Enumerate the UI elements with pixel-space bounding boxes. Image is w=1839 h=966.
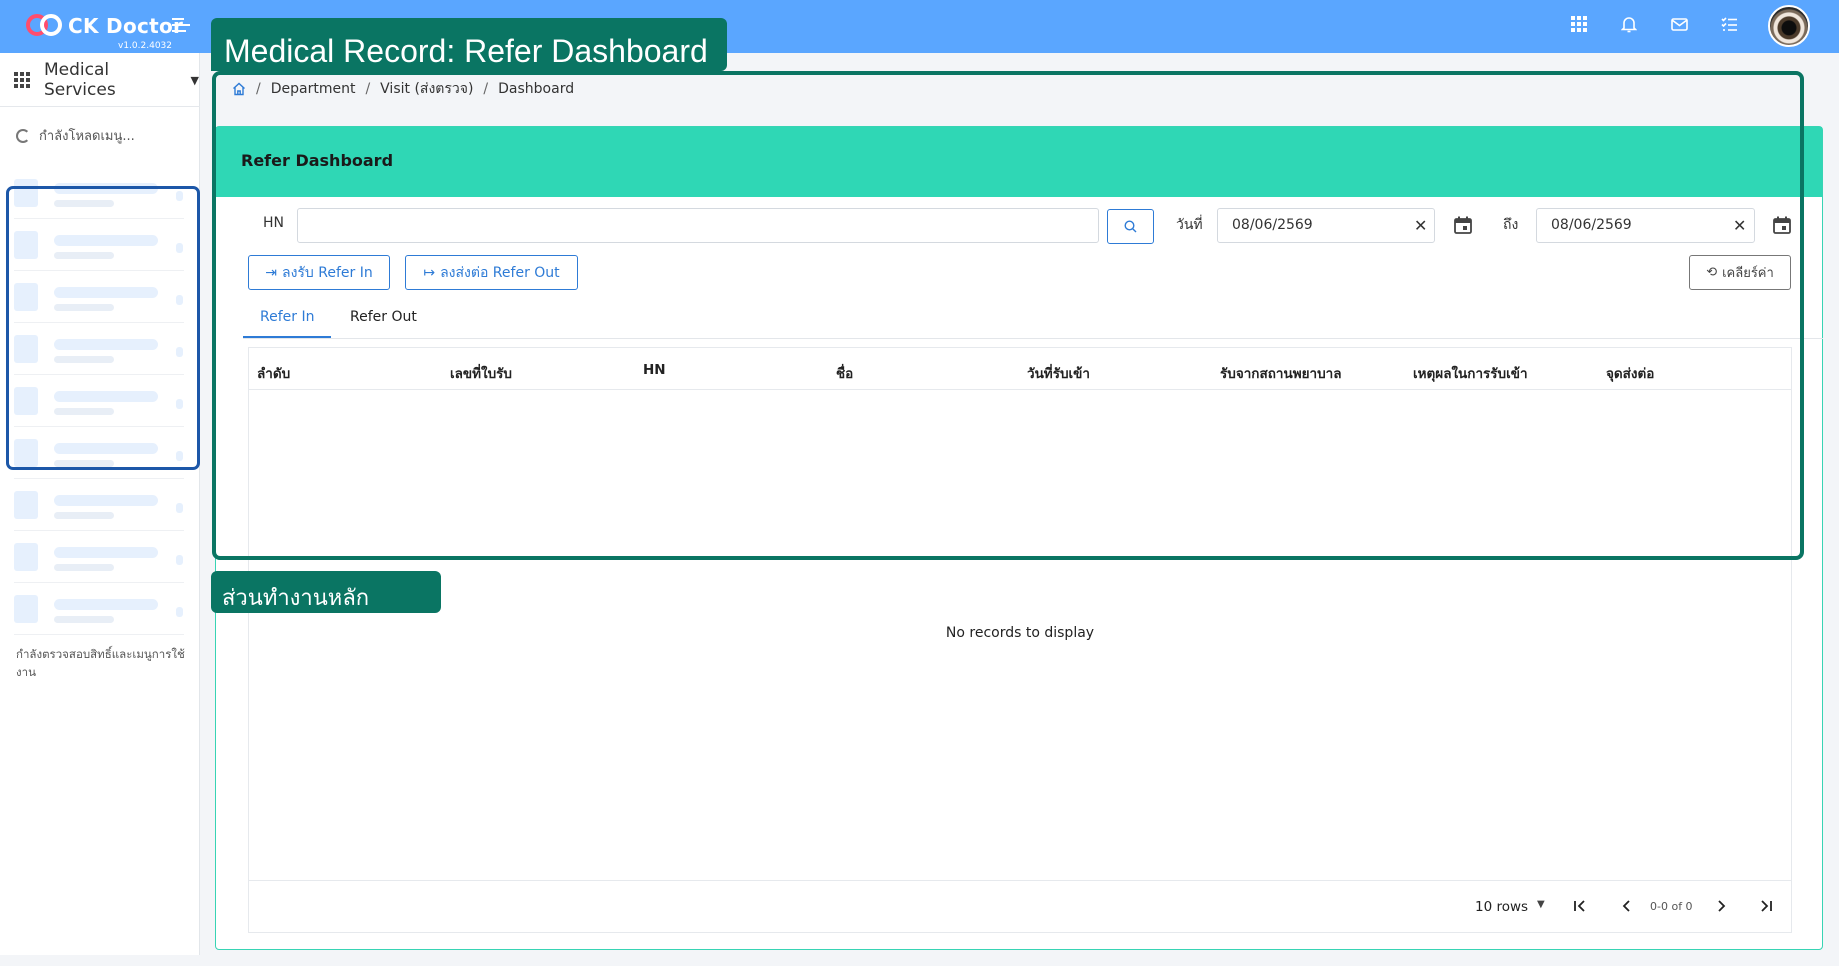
first-page-icon[interactable] xyxy=(1569,895,1591,917)
caret-down-icon[interactable]: ▼ xyxy=(1537,899,1545,910)
rows-per-page-select[interactable]: 10 rows xyxy=(1475,899,1528,915)
prev-page-icon[interactable] xyxy=(1615,895,1637,917)
next-page-icon[interactable] xyxy=(1710,895,1732,917)
app-logo[interactable]: CK Doctor xyxy=(26,12,183,40)
service-label: Medical Services xyxy=(44,60,116,100)
app-name: CK Doctor xyxy=(68,14,184,38)
apps-grid-icon[interactable] xyxy=(1569,14,1589,34)
service-selector[interactable]: Medical Services ▼ xyxy=(14,60,199,100)
user-avatar[interactable] xyxy=(1768,5,1810,47)
empty-state-text: No records to display xyxy=(945,625,1095,641)
grid-icon xyxy=(14,72,30,88)
sidebar-divider xyxy=(0,106,200,107)
annotation-main-title: Medical Record: Refer Dashboard xyxy=(211,18,727,71)
menu-loading: กำลังโหลดเมนู... xyxy=(16,125,135,146)
permission-check-text: กำลังตรวจสอบสิทธิ์และเมนูการใช้งาน xyxy=(16,647,185,679)
menu-skeleton-item xyxy=(14,583,184,635)
sidebar-highlight-box xyxy=(6,186,200,470)
spinner-icon xyxy=(16,128,30,143)
annotation-workspace-label: ส่วนทำงานหลัก xyxy=(211,571,441,613)
menu-loading-text: กำลังโหลดเมนู... xyxy=(39,129,135,144)
last-page-icon[interactable] xyxy=(1755,895,1777,917)
app-version: v1.0.2.4032 xyxy=(118,41,172,51)
menu-skeleton-item xyxy=(14,531,184,583)
table-pagination: 10 rows ▼ 0-0 of 0 xyxy=(249,880,1791,934)
bell-icon[interactable] xyxy=(1619,14,1639,34)
mail-icon[interactable] xyxy=(1669,14,1689,34)
main-highlight-box xyxy=(212,71,1804,560)
tasks-icon[interactable] xyxy=(1719,14,1739,34)
infinity-logo-icon xyxy=(26,12,64,40)
pagination-info: 0-0 of 0 xyxy=(1650,900,1693,913)
caret-down-icon: ▼ xyxy=(190,73,199,87)
menu-toggle-icon[interactable] xyxy=(172,18,190,34)
menu-skeleton-item xyxy=(14,479,184,531)
